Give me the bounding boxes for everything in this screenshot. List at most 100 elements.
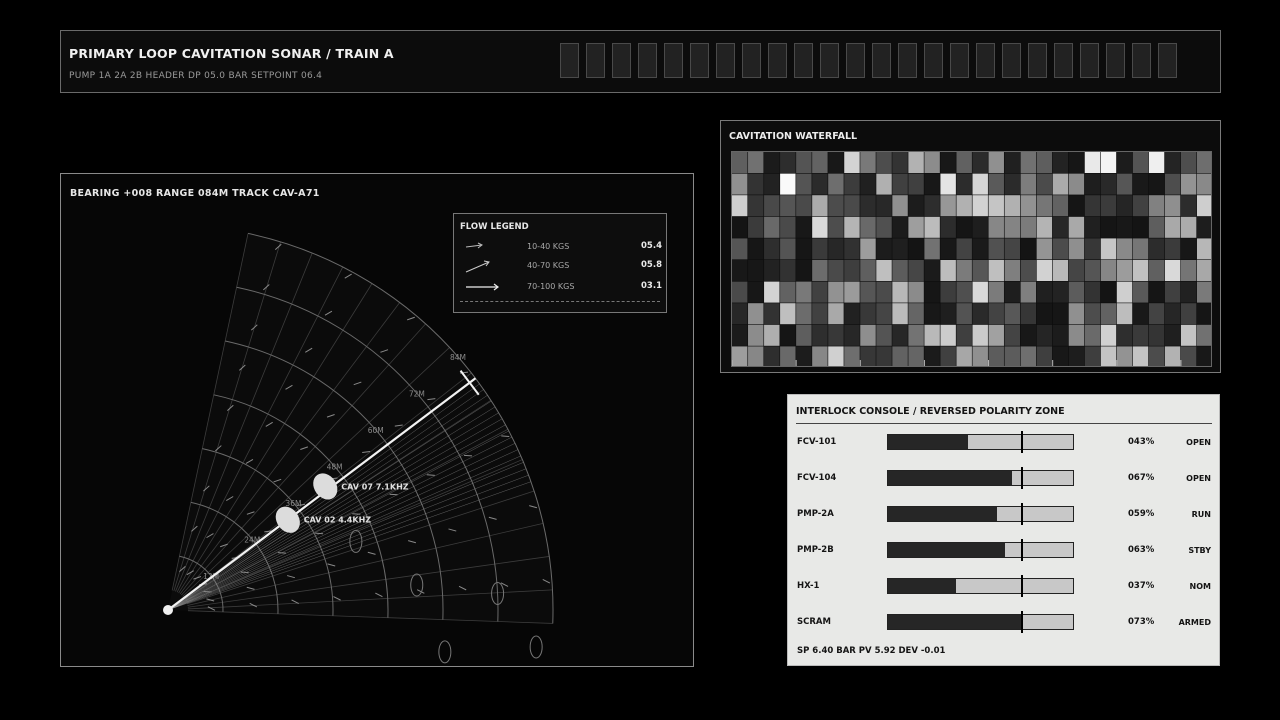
heatmap-cell xyxy=(908,346,924,366)
heatmap-cell xyxy=(1196,346,1211,366)
heatmap-cell xyxy=(1196,216,1211,238)
heatmap-cell xyxy=(908,152,924,173)
interlock-console: INTERLOCK CONSOLE / REVERSED POLARITY ZO… xyxy=(787,394,1220,666)
heatmap-cell xyxy=(1164,346,1181,366)
heatmap-cell xyxy=(892,152,908,173)
heatmap-cell xyxy=(1196,152,1211,173)
interlock-level-bar xyxy=(887,611,1074,633)
heatmap-cell xyxy=(748,238,764,260)
heatmap-cell xyxy=(940,281,956,303)
heatmap-cell xyxy=(796,238,812,260)
heatmap-cell xyxy=(1164,238,1181,260)
heatmap-cell xyxy=(764,216,780,238)
heatmap-cell xyxy=(1036,173,1053,195)
interlock-name: PMP-2A xyxy=(797,509,834,519)
heatmap-cell xyxy=(892,216,908,238)
setpoint-marker xyxy=(1021,431,1023,453)
heatmap-cell xyxy=(1052,324,1069,346)
interlock-level-bar xyxy=(887,575,1074,597)
heatmap-cell xyxy=(780,260,796,281)
interlock-level-bar xyxy=(887,503,1074,525)
heatmap-cell xyxy=(972,152,988,173)
heatmap-cell xyxy=(1084,238,1101,260)
heatmap-cell xyxy=(796,346,812,366)
heatmap-cell xyxy=(764,195,780,217)
heatmap-cell xyxy=(1052,281,1069,303)
meter-segment xyxy=(846,43,865,78)
heatmap-cell xyxy=(1164,216,1181,238)
heatmap-cell xyxy=(924,238,940,260)
range-label: 60M xyxy=(368,426,384,435)
heatmap-cell xyxy=(972,303,988,325)
heatmap-cell xyxy=(1100,195,1117,217)
heatmap-cell xyxy=(908,260,924,281)
heatmap-cell xyxy=(796,195,812,217)
heatmap-cell xyxy=(1052,303,1069,325)
heatmap-cell xyxy=(1148,216,1165,238)
meter-segment xyxy=(1028,43,1047,78)
heatmap-cell xyxy=(732,195,748,217)
heatmap-cell xyxy=(1132,281,1149,303)
heatmap-cell xyxy=(1020,324,1037,346)
interlock-name: FCV-104 xyxy=(797,473,837,483)
flow-legend-title: FLOW LEGEND xyxy=(460,222,529,232)
heatmap-cell xyxy=(892,346,908,366)
heatmap-cell xyxy=(940,216,956,238)
heatmap-cell xyxy=(1148,324,1165,346)
heatmap-cell xyxy=(1164,303,1181,325)
interlock-row-fcv-104: FCV-104 067% OPEN xyxy=(788,467,1221,489)
heatmap-cell xyxy=(796,173,812,195)
heatmap-cell xyxy=(1036,260,1053,281)
heatmap-cell xyxy=(1036,281,1053,303)
heatmap-cell xyxy=(1084,152,1101,173)
interlock-state: OPEN xyxy=(1186,438,1211,447)
heatmap-cell xyxy=(748,324,764,346)
meter-segment xyxy=(794,43,813,78)
heatmap-cell xyxy=(1052,152,1069,173)
heatmap-cell xyxy=(748,152,764,173)
heatmap-cell xyxy=(748,195,764,217)
interlock-level-bar xyxy=(887,539,1074,561)
heatmap-cell xyxy=(1196,238,1211,260)
heatmap-cell xyxy=(1068,324,1085,346)
meter-segment xyxy=(872,43,891,78)
heatmap-cell xyxy=(732,216,748,238)
meter-segment xyxy=(1106,43,1125,78)
heatmap-cell xyxy=(828,303,844,325)
heatmap-cell xyxy=(988,260,1004,281)
heatmap-cell xyxy=(1068,303,1085,325)
heatmap-cell xyxy=(1116,195,1133,217)
heatmap-cell xyxy=(732,281,748,303)
heatmap-cell xyxy=(1020,346,1037,366)
heatmap-cell xyxy=(780,173,796,195)
heatmap-cell xyxy=(844,216,860,238)
interlock-row-pmp-2b: PMP-2B 063% STBY xyxy=(788,539,1221,561)
meter-segment xyxy=(586,43,605,78)
heatmap-cell xyxy=(1004,346,1020,366)
heatmap-cell xyxy=(924,173,940,195)
heatmap-cell xyxy=(1068,216,1085,238)
heatmap-cell xyxy=(812,173,828,195)
setpoint-marker xyxy=(1021,575,1023,597)
interlock-percent: 037% xyxy=(1128,581,1155,591)
heatmap-cell xyxy=(972,260,988,281)
heatmap-cell xyxy=(924,152,940,173)
heatmap-cell xyxy=(748,303,764,325)
heatmap-cell xyxy=(1116,324,1133,346)
heatmap-cell xyxy=(1148,152,1165,173)
heatmap-cell xyxy=(908,281,924,303)
heatmap-cell xyxy=(1180,303,1197,325)
heatmap-cell xyxy=(828,152,844,173)
heatmap-cell xyxy=(780,195,796,217)
heatmap-cell xyxy=(988,346,1004,366)
heatmap-cell xyxy=(844,173,860,195)
heatmap-cell xyxy=(1004,216,1020,238)
heatmap-cell xyxy=(1180,281,1197,303)
interlock-percent: 059% xyxy=(1128,509,1155,519)
flow-arrow xyxy=(352,513,361,515)
heatmap-cell xyxy=(732,260,748,281)
heatmap-cell xyxy=(924,324,940,346)
heatmap-cell xyxy=(1132,238,1149,260)
heatmap-cell xyxy=(1100,260,1117,281)
heatmap-cell xyxy=(1004,195,1020,217)
